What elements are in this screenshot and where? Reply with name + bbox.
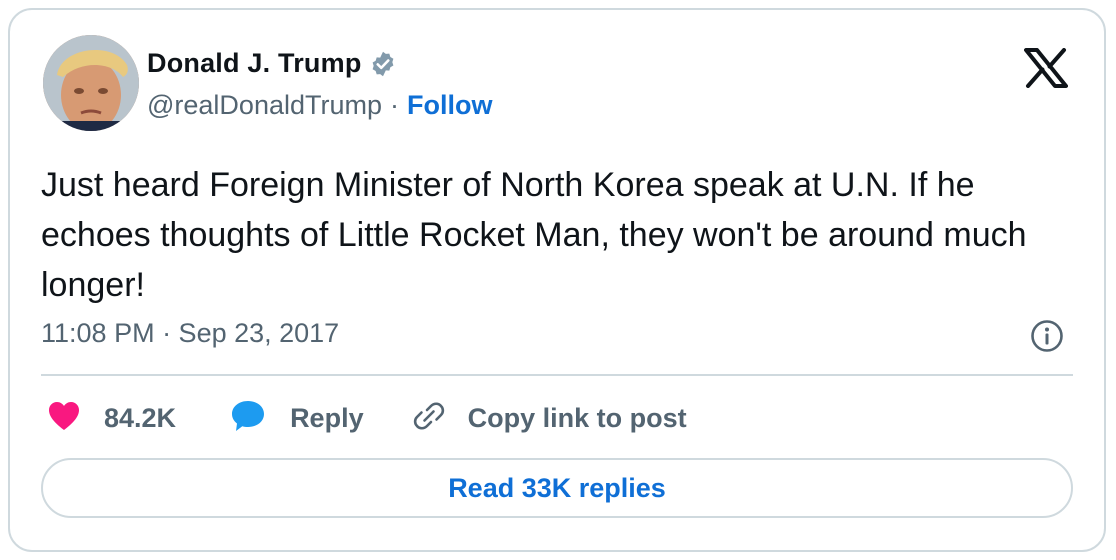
avatar[interactable] [43,35,139,131]
tweet-timestamp[interactable]: 11:08 PM · Sep 23, 2017 [41,318,339,349]
like-button[interactable]: 84.2K [48,401,176,436]
action-bar: 84.2K Reply Copy link to post [48,398,687,438]
copy-link-label: Copy link to post [467,402,687,433]
divider [41,374,1073,376]
avatar-image [43,35,139,131]
chat-bubble-icon [230,398,266,439]
author-handle[interactable]: @realDonaldTrump [147,90,382,121]
copy-link-button[interactable]: Copy link to post [412,399,687,438]
read-replies-button[interactable]: Read 33K replies [41,458,1073,518]
separator-dot: · [390,90,399,120]
reply-label: Reply [290,402,364,433]
author-name[interactable]: Donald J. Trump [147,48,362,79]
like-count: 84.2K [104,402,177,433]
reply-button[interactable]: Reply [230,398,364,439]
info-icon[interactable] [1030,319,1064,358]
author-name-row: Donald J. Trump [147,48,397,79]
heart-icon [48,401,80,436]
link-icon [412,399,446,438]
verified-badge-icon [369,50,397,78]
follow-button[interactable]: Follow [407,90,492,121]
tweet-card: Donald J. Trump @realDonaldTrump · Follo… [8,8,1106,552]
tweet-text: Just heard Foreign Minister of North Kor… [41,166,1027,304]
author-handle-row: @realDonaldTrump · Follow [147,90,492,121]
x-logo-icon[interactable] [1024,48,1068,93]
